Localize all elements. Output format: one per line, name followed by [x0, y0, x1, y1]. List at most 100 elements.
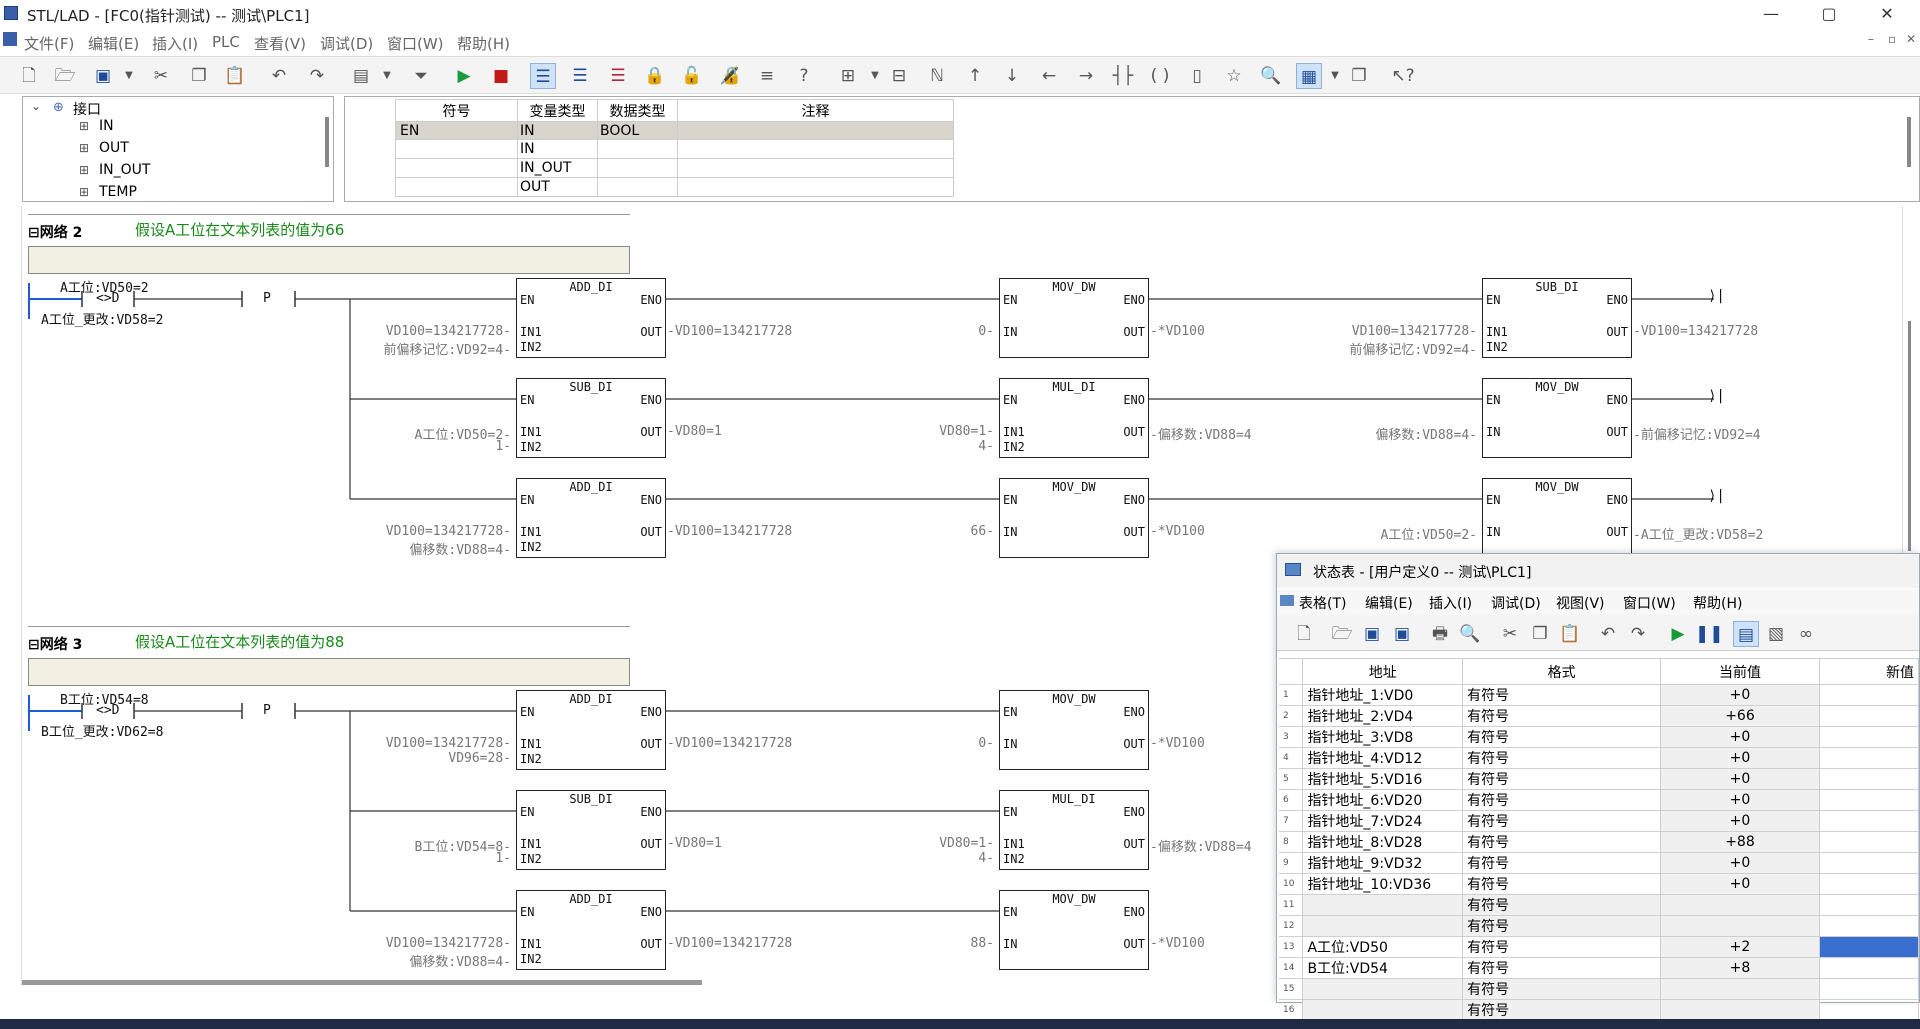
address-cell[interactable]	[1302, 915, 1464, 937]
minimize-button[interactable]: —	[1748, 0, 1794, 28]
var-cell[interactable]	[677, 158, 954, 178]
context-help-icon[interactable]: ↖?	[1390, 63, 1416, 89]
format-cell[interactable]: 有符号	[1462, 684, 1662, 706]
current-value-cell[interactable]	[1660, 978, 1820, 1000]
status-menu-help[interactable]: 帮助(H)	[1693, 593, 1742, 613]
paste-icon[interactable]: 📋	[222, 63, 248, 89]
menu-plc[interactable]: PLC	[212, 33, 240, 51]
format-cell[interactable]: 有符号	[1462, 936, 1662, 958]
new-value-cell[interactable]	[1818, 936, 1920, 958]
save-all-icon[interactable]: ▣	[1389, 621, 1415, 647]
status-menu-debug[interactable]: 调试(D)	[1491, 593, 1541, 613]
insert-dropdown-icon[interactable]: ▼	[862, 63, 888, 89]
new-icon[interactable]: 🗋	[16, 63, 42, 89]
status-row[interactable]: 11 有符号	[1279, 894, 1920, 916]
var-cell[interactable]: IN_OUT	[517, 158, 598, 178]
current-value-cell[interactable]: +0	[1660, 852, 1820, 874]
current-value-cell[interactable]: +0	[1660, 768, 1820, 790]
grid-dropdown-icon[interactable]: ▼	[1322, 63, 1348, 89]
current-value-cell[interactable]: +8	[1660, 957, 1820, 979]
format-cell[interactable]: 有符号	[1462, 789, 1662, 811]
tree-root-label[interactable]: 接口	[73, 99, 101, 119]
line-up-icon[interactable]: ↑	[962, 63, 988, 89]
menu-debug[interactable]: 调试(D)	[320, 33, 373, 54]
current-value-cell[interactable]: +0	[1660, 873, 1820, 895]
status-row[interactable]: 15 有符号	[1279, 978, 1920, 1000]
tree-item-temp[interactable]: TEMP	[99, 184, 137, 200]
status-row[interactable]: 4 指针地址_4:VD12 有符号 +0	[1279, 747, 1920, 769]
row-number[interactable]: 10	[1279, 873, 1304, 895]
instruction-box-add-di[interactable]: ADD_DI EN ENO IN1 IN2 OUT	[516, 690, 666, 770]
new-value-cell[interactable]	[1818, 852, 1920, 874]
status-menu-edit[interactable]: 编辑(E)	[1365, 593, 1413, 613]
current-value-cell[interactable]: +2	[1660, 936, 1820, 958]
format-cell[interactable]: 有符号	[1462, 852, 1662, 874]
copy-icon[interactable]: ❐	[186, 63, 212, 89]
compile-icon[interactable]: ▤	[348, 63, 374, 89]
status-chart-icon[interactable]: ☰	[567, 63, 593, 89]
status-row[interactable]: 2 指针地址_2:VD4 有符号 +66	[1279, 705, 1920, 727]
address-cell[interactable]: 指针地址_2:VD4	[1302, 705, 1464, 727]
row-number[interactable]: 6	[1279, 789, 1304, 811]
instruction-box-mul-di[interactable]: MUL_DI EN ENO IN1 IN2 OUT	[999, 378, 1149, 458]
address-cell[interactable]: B工位:VD54	[1302, 957, 1464, 979]
menu-help[interactable]: 帮助(H)	[457, 33, 510, 54]
var-cell[interactable]	[395, 177, 518, 197]
undo-icon[interactable]: ↶	[266, 63, 292, 89]
new-value-cell[interactable]	[1818, 684, 1920, 706]
var-cell[interactable]	[597, 177, 678, 197]
status-row[interactable]: 8 指针地址_8:VD28 有符号 +88	[1279, 831, 1920, 853]
menu-view[interactable]: 查看(V)	[254, 33, 306, 54]
new-value-cell[interactable]	[1818, 978, 1920, 1000]
row-number[interactable]: 12	[1279, 915, 1304, 937]
delete-network-icon[interactable]: ⊟	[886, 63, 912, 89]
current-value-cell[interactable]: +0	[1660, 747, 1820, 769]
instruction-box-sub-di[interactable]: SUB_DI EN ENO IN1 IN2 OUT	[516, 378, 666, 458]
instruction-box-add-di[interactable]: ADD_DI EN ENO IN1 IN2 OUT	[516, 890, 666, 970]
address-cell[interactable]	[1302, 999, 1464, 1021]
row-number[interactable]: 7	[1279, 810, 1304, 832]
menu-window[interactable]: 窗口(W)	[387, 33, 444, 54]
row-number[interactable]: 15	[1279, 978, 1304, 1000]
var-cell[interactable]: IN	[517, 121, 598, 140]
mdi-restore-icon[interactable]: ▫	[1888, 32, 1896, 46]
new-value-cell[interactable]	[1818, 915, 1920, 937]
address-cell[interactable]	[1302, 894, 1464, 916]
run-icon[interactable]: ▶	[451, 63, 477, 89]
row-number[interactable]: 13	[1279, 936, 1304, 958]
current-value-cell[interactable]: +0	[1660, 726, 1820, 748]
undo-icon[interactable]: ↶	[1595, 621, 1621, 647]
status-row[interactable]: 9 指针地址_9:VD32 有符号 +0	[1279, 852, 1920, 874]
address-cell[interactable]: 指针地址_9:VD32	[1302, 852, 1464, 874]
status-row[interactable]: 3 指针地址_3:VD8 有符号 +0	[1279, 726, 1920, 748]
coil-icon[interactable]: ( )	[1147, 63, 1173, 89]
favorite-icon[interactable]: ☆	[1221, 63, 1247, 89]
status-row[interactable]: 14 B工位:VD54 有符号 +8	[1279, 957, 1920, 979]
format-cell[interactable]: 有符号	[1462, 726, 1662, 748]
current-value-cell[interactable]: +0	[1660, 810, 1820, 832]
download-icon[interactable]: ⏷	[408, 63, 434, 89]
row-number[interactable]: 4	[1279, 747, 1304, 769]
format-cell[interactable]: 有符号	[1462, 957, 1662, 979]
format-cell[interactable]: 有符号	[1462, 978, 1662, 1000]
row-number[interactable]: 2	[1279, 705, 1304, 727]
format-cell[interactable]: 有符号	[1462, 705, 1662, 727]
status-row[interactable]: 16 有符号	[1279, 999, 1920, 1021]
row-number[interactable]: 3	[1279, 726, 1304, 748]
new-value-cell[interactable]	[1818, 810, 1920, 832]
collapse-icon[interactable]: ⌄	[31, 99, 41, 113]
var-scrollbar[interactable]	[1907, 117, 1911, 167]
trend-icon[interactable]: ☰	[605, 63, 631, 89]
network-label[interactable]: ⊟网络 2	[28, 222, 82, 242]
zoom-icon[interactable]: 🔍	[1258, 63, 1284, 89]
status-menu-insert[interactable]: 插入(I)	[1429, 593, 1472, 613]
instruction-box-sub-di[interactable]: SUB_DI EN ENO IN1 IN2 OUT	[516, 790, 666, 870]
run-icon[interactable]: ▶	[1665, 621, 1691, 647]
menu-edit[interactable]: 编辑(E)	[88, 33, 139, 54]
status-row[interactable]: 6 指针地址_6:VD20 有符号 +0	[1279, 789, 1920, 811]
new-value-cell[interactable]	[1818, 726, 1920, 748]
status-row[interactable]: 12 有符号	[1279, 915, 1920, 937]
mdi-close-icon[interactable]: ✕	[1906, 32, 1916, 46]
new-value-cell[interactable]	[1818, 705, 1920, 727]
var-cell[interactable]	[395, 139, 518, 159]
